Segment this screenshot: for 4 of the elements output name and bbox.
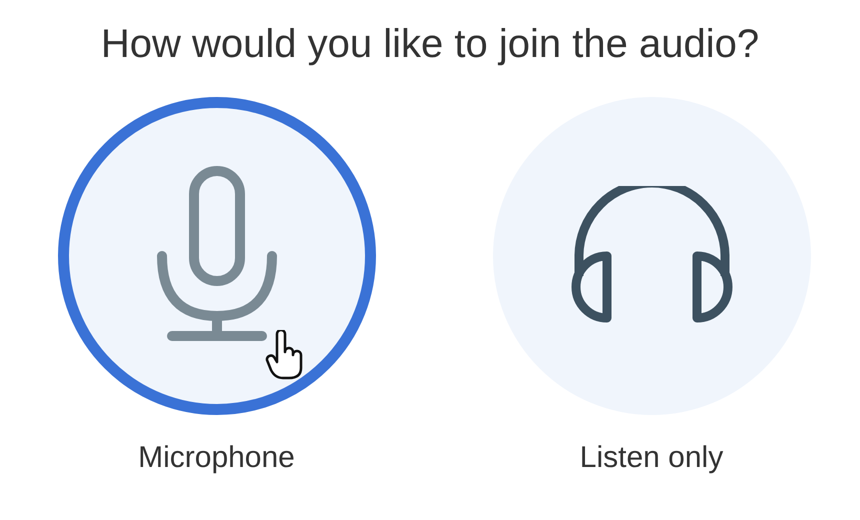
option-label: Microphone (138, 441, 295, 475)
dialog-title: How would you like to join the audio? (100, 22, 760, 67)
hand-cursor-icon (264, 330, 304, 380)
option-label: Listen only (580, 441, 724, 475)
